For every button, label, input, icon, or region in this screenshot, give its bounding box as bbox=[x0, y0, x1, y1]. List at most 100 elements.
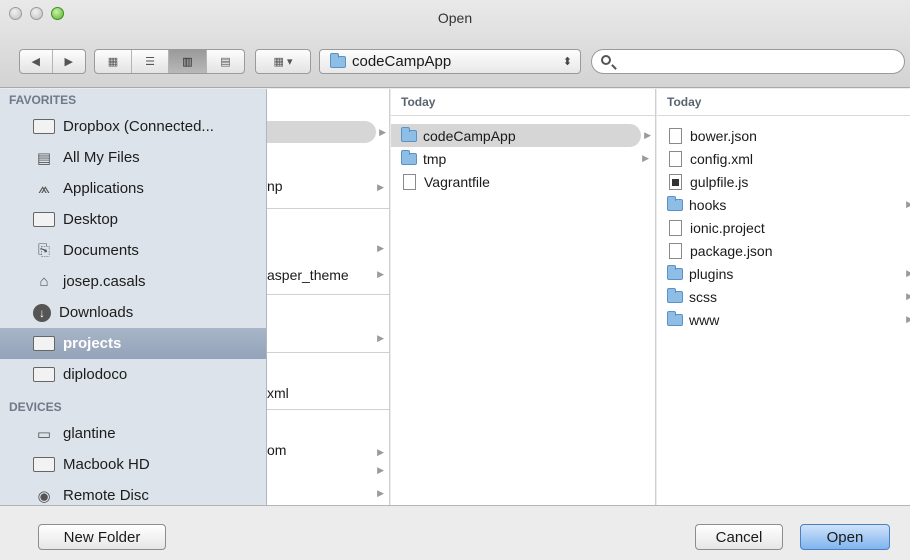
all-files-icon: ▤ bbox=[36, 149, 52, 167]
sidebar-item-diplodoco[interactable]: diplodoco bbox=[0, 359, 266, 390]
sidebar-item-label: glantine bbox=[63, 425, 116, 442]
browser-column-3: Today bower.json config.xml gulpfile.js … bbox=[657, 89, 910, 505]
open-button[interactable]: Open bbox=[800, 524, 890, 550]
list-item-label: plugins bbox=[689, 265, 734, 282]
applications-icon: ⩕ bbox=[38, 180, 50, 197]
chevron-right-icon: ▶ bbox=[642, 153, 649, 163]
sidebar-item-all-my-files[interactable]: ▤ All My Files bbox=[0, 142, 266, 173]
list-item-label: tmp bbox=[423, 150, 447, 167]
column-row[interactable]: ▶ bbox=[267, 121, 386, 143]
list-item-label: Vagrantfile bbox=[424, 173, 490, 190]
sidebar-item-label: Macbook HD bbox=[63, 456, 150, 473]
new-folder-button[interactable]: New Folder bbox=[38, 524, 166, 550]
list-item-label: scss bbox=[689, 288, 717, 305]
disk-icon bbox=[33, 457, 55, 472]
sidebar-item-projects[interactable]: projects bbox=[0, 328, 266, 359]
sidebar-item-documents[interactable]: ⎘ Documents bbox=[0, 235, 266, 266]
folder-icon bbox=[667, 195, 683, 211]
list-item[interactable]: package.json bbox=[657, 239, 910, 262]
sidebar-item-home[interactable]: ⌂ josep.casals bbox=[0, 266, 266, 297]
forward-button[interactable]: ▶ bbox=[53, 50, 86, 73]
location-label: codeCampApp bbox=[352, 53, 452, 70]
folder-icon bbox=[330, 52, 346, 68]
dialog-footer: New Folder Cancel Open bbox=[0, 505, 910, 560]
column-row-group[interactable]: om ▶ ▶ ▶ bbox=[267, 410, 389, 505]
home-icon: ⌂ bbox=[39, 273, 49, 290]
sidebar-item-label: Documents bbox=[63, 242, 139, 259]
list-item-label: hooks bbox=[689, 196, 727, 213]
list-item[interactable]: ionic.project bbox=[657, 216, 910, 239]
search-field[interactable] bbox=[591, 49, 905, 74]
favorites-header: FAVORITES bbox=[9, 93, 77, 107]
arrange-menu-button[interactable]: ▦ ▾ bbox=[255, 49, 311, 74]
sidebar-item-label: projects bbox=[63, 335, 122, 352]
list-item-label: config.xml bbox=[690, 150, 754, 167]
list-item[interactable]: config.xml bbox=[657, 147, 910, 170]
back-button[interactable]: ◀ bbox=[20, 50, 53, 73]
list-item-label: ionic.project bbox=[690, 219, 765, 236]
sidebar-item-label: All My Files bbox=[63, 149, 140, 166]
sidebar-item-label: diplodoco bbox=[63, 366, 128, 383]
column-header: Today bbox=[391, 89, 655, 116]
column-row-label: np bbox=[267, 178, 283, 194]
list-item[interactable]: gulpfile.js bbox=[657, 170, 910, 193]
icon-view-icon: ▦ bbox=[107, 56, 119, 68]
column-row-group[interactable]: xml bbox=[267, 353, 389, 410]
file-icon bbox=[669, 150, 682, 167]
sidebar-item-macbook-hd[interactable]: Macbook HD bbox=[0, 449, 266, 480]
column-row-group[interactable]: np ▶ bbox=[267, 152, 389, 209]
sidebar-item-desktop[interactable]: Desktop bbox=[0, 204, 266, 235]
file-icon bbox=[669, 219, 682, 236]
sidebar-item-downloads[interactable]: ↓ Downloads bbox=[0, 297, 266, 328]
downloads-icon: ↓ bbox=[33, 303, 51, 322]
column-row-group[interactable]: ▶ asper_theme ▶ bbox=[267, 209, 389, 295]
list-item-label: codeCampApp bbox=[423, 127, 516, 144]
list-item[interactable]: Vagrantfile bbox=[391, 170, 655, 193]
browser-column-1: ▶ np ▶ ▶ asper_theme ▶ ▶ xml om ▶ ▶ ▶ bbox=[267, 89, 390, 505]
sidebar-item-label: josep.casals bbox=[63, 273, 146, 290]
chevron-right-icon: ▶ bbox=[906, 199, 910, 209]
view-mode-control: ▦ ☰ ▥ ▤ bbox=[94, 49, 245, 74]
coverflow-view-button[interactable]: ▤ bbox=[207, 50, 244, 73]
sidebar-item-applications[interactable]: ⩕ Applications bbox=[0, 173, 266, 204]
location-popup[interactable]: codeCampApp ⬍ bbox=[319, 49, 581, 74]
documents-icon: ⎘ bbox=[37, 242, 50, 259]
column-row-label: asper_theme bbox=[267, 267, 349, 283]
list-item-label: gulpfile.js bbox=[690, 173, 749, 190]
list-item[interactable]: www ▶ bbox=[657, 308, 910, 331]
chevron-right-icon: ▶ bbox=[906, 268, 910, 278]
chevron-right-icon: ▶ bbox=[906, 314, 910, 324]
cancel-button[interactable]: Cancel bbox=[695, 524, 783, 550]
sidebar-item-label: Dropbox (Connected... bbox=[63, 118, 214, 135]
list-item[interactable]: scss ▶ bbox=[657, 285, 910, 308]
list-item[interactable]: tmp ▶ bbox=[391, 147, 655, 170]
sidebar-item-dropbox[interactable]: Dropbox (Connected... bbox=[0, 111, 266, 142]
list-item-label: package.json bbox=[690, 242, 773, 259]
list-item-label: www bbox=[689, 311, 720, 328]
browser-column-2: Today codeCampApp ▶ tmp ▶ Vagrantfile bbox=[391, 89, 656, 505]
folder-icon bbox=[401, 126, 417, 142]
list-item[interactable]: plugins ▶ bbox=[657, 262, 910, 285]
column-row-group[interactable]: ▶ bbox=[267, 295, 389, 353]
list-view-button[interactable]: ☰ bbox=[132, 50, 169, 73]
file-icon bbox=[403, 173, 416, 190]
folder-icon bbox=[401, 149, 417, 165]
file-icon bbox=[669, 242, 682, 259]
list-item-label: bower.json bbox=[690, 127, 757, 144]
list-item[interactable]: hooks ▶ bbox=[657, 193, 910, 216]
forward-arrow-icon: ▶ bbox=[64, 56, 73, 68]
chevron-right-icon: ▶ bbox=[906, 291, 910, 301]
sidebar-item-glantine[interactable]: ▭ glantine bbox=[0, 418, 266, 449]
column-view-button[interactable]: ▥ bbox=[169, 50, 207, 73]
list-item[interactable]: bower.json bbox=[657, 124, 910, 147]
chevron-right-icon: ▶ bbox=[644, 130, 651, 140]
devices-header: DEVICES bbox=[9, 400, 62, 414]
sidebar-item-label: Downloads bbox=[59, 304, 134, 321]
back-forward-control: ◀ ▶ bbox=[19, 49, 86, 74]
icon-view-button[interactable]: ▦ bbox=[95, 50, 132, 73]
up-down-arrows-icon: ⬍ bbox=[562, 56, 572, 68]
sidebar-item-remote-disc[interactable]: ◉ Remote Disc bbox=[0, 480, 266, 505]
list-item[interactable]: codeCampApp ▶ bbox=[391, 124, 651, 147]
column-row-label: om bbox=[267, 442, 287, 458]
sidebar-item-label: Desktop bbox=[63, 211, 119, 228]
